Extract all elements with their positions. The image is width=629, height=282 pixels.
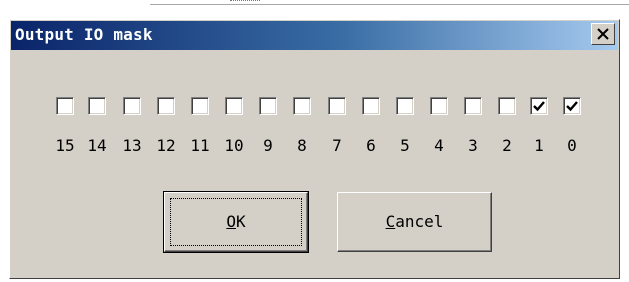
bit-9-label: 9: [263, 136, 273, 155]
bit-9-checkbox[interactable]: [259, 97, 277, 115]
bit-3-checkbox[interactable]: [464, 97, 482, 115]
bit-8-checkbox[interactable]: [293, 97, 311, 115]
bit-label-row: 15 14 13 12 11 10 9 8 7 6 5 4 3 2 1 0: [55, 136, 596, 157]
cancel-mnemonic: C: [385, 212, 396, 231]
bit-4-checkbox[interactable]: [430, 97, 448, 115]
bit-11-checkbox[interactable]: [191, 97, 209, 115]
bit-11-label: 11: [190, 136, 210, 155]
bit-1-checkbox[interactable]: [530, 97, 548, 115]
cancel-label-rest: ancel: [395, 212, 444, 231]
bit-15-label: 15: [55, 136, 75, 155]
bit-8-label: 8: [297, 136, 307, 155]
bit-1-label: 1: [534, 136, 544, 155]
bit-2-checkbox[interactable]: [498, 97, 516, 115]
bit-7-checkbox[interactable]: [328, 97, 346, 115]
cancel-button[interactable]: Cancel: [337, 192, 492, 252]
close-button[interactable]: [591, 23, 615, 45]
background-divider: [150, 4, 629, 5]
dialog-title: Output IO mask: [15, 25, 153, 44]
bit-12-label: 12: [156, 136, 176, 155]
bit-10-checkbox[interactable]: [225, 97, 243, 115]
background-window-fragment: [0, 0, 629, 7]
bit-2-label: 2: [502, 136, 512, 155]
bit-checkbox-row: [56, 97, 596, 117]
bit-14-checkbox[interactable]: [88, 97, 106, 115]
bit-5-label: 5: [400, 136, 410, 155]
bit-3-label: 3: [468, 136, 478, 155]
bit-7-label: 7: [332, 136, 342, 155]
bit-13-checkbox[interactable]: [123, 97, 141, 115]
background-dots: [230, 0, 260, 4]
checkmark-icon: [566, 101, 578, 112]
focus-rectangle: [170, 198, 302, 246]
bit-13-label: 13: [122, 136, 142, 155]
bit-10-label: 10: [224, 136, 244, 155]
bit-14-label: 14: [87, 136, 107, 155]
bit-15-checkbox[interactable]: [56, 97, 74, 115]
checkmark-icon: [533, 101, 545, 112]
bit-0-checkbox[interactable]: [563, 97, 581, 115]
bit-12-checkbox[interactable]: [157, 97, 175, 115]
output-io-mask-dialog: Output IO mask 15 14 13 12 11 10 9 8 7 6 5 4 3 2 1 0 OK…: [9, 19, 620, 279]
bit-4-label: 4: [434, 136, 444, 155]
bit-6-label: 6: [366, 136, 376, 155]
bit-6-checkbox[interactable]: [362, 97, 380, 115]
bit-0-label: 0: [567, 136, 577, 155]
ok-button[interactable]: OK: [163, 191, 309, 253]
bit-5-checkbox[interactable]: [396, 97, 414, 115]
close-icon: [597, 28, 609, 40]
title-bar[interactable]: Output IO mask: [11, 21, 618, 50]
